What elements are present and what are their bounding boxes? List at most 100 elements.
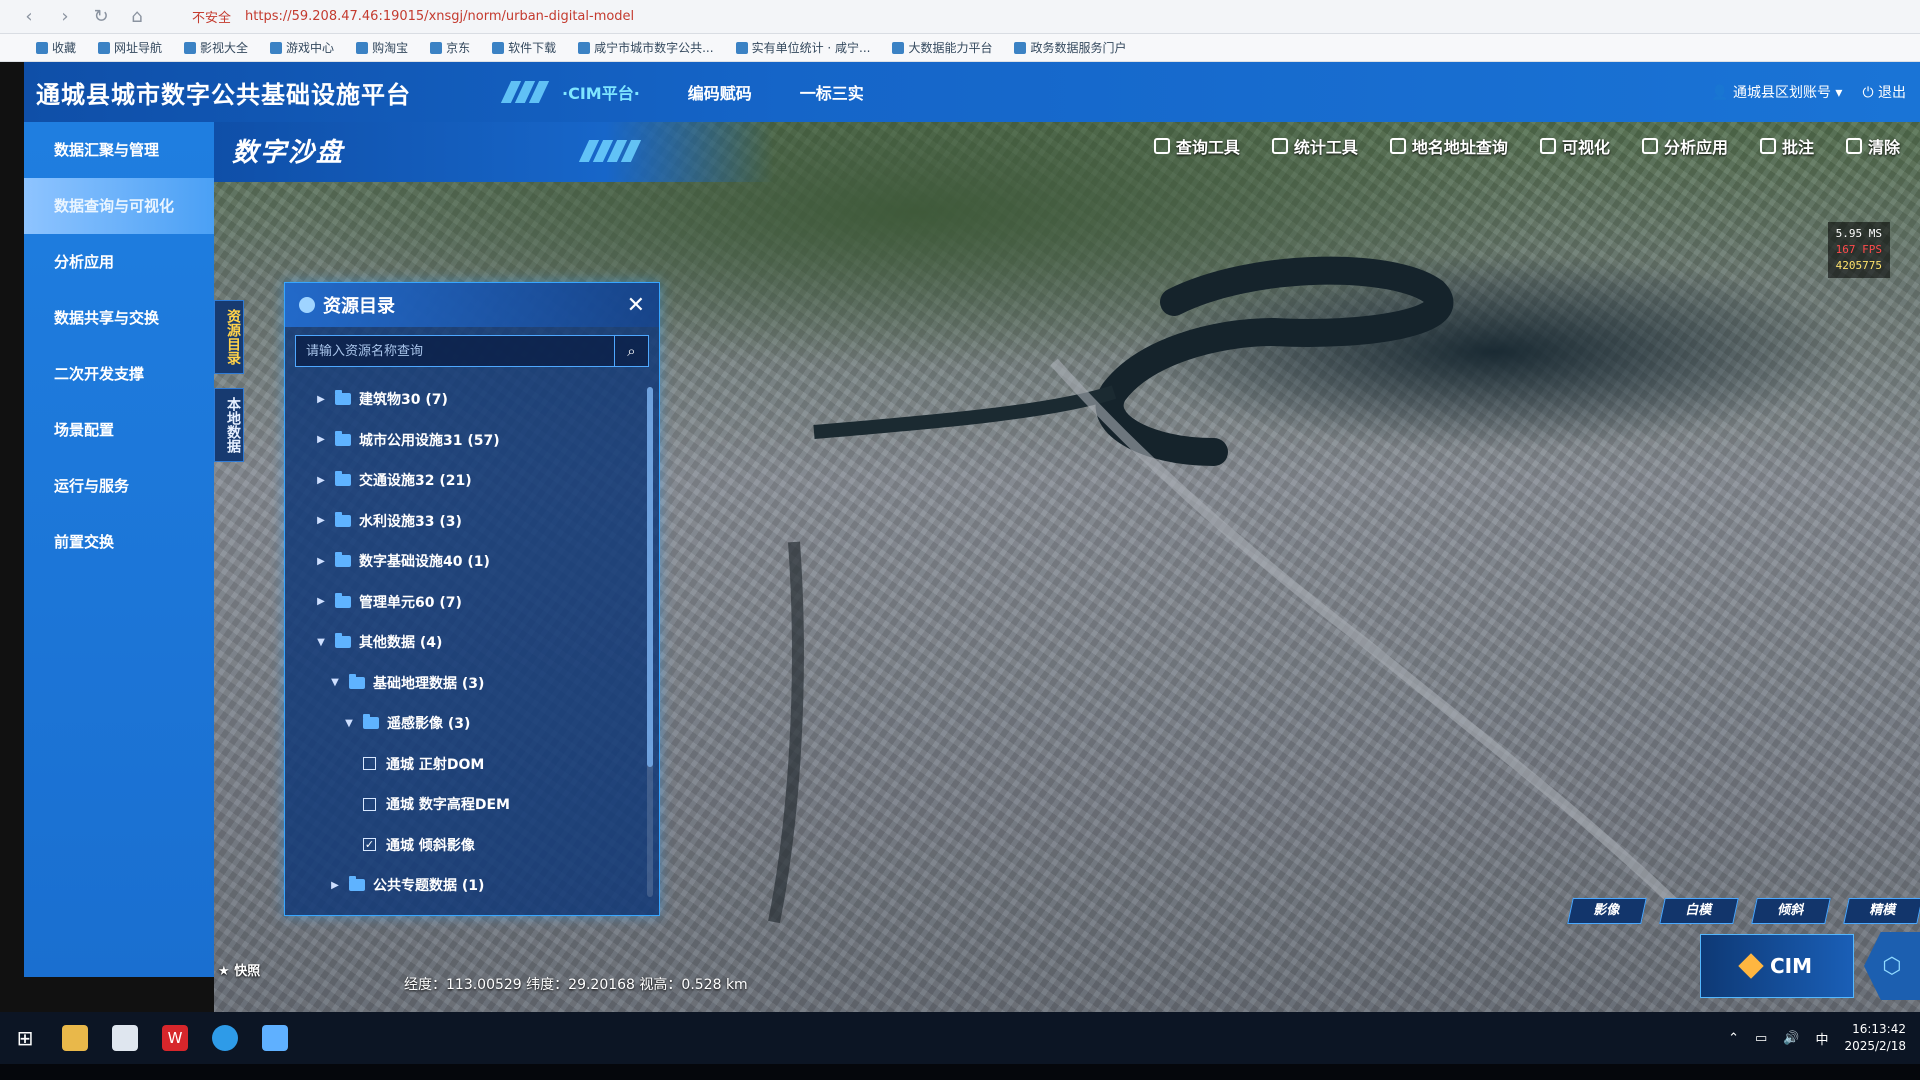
bookmark-item[interactable]: 咸宁市城市数字公共... (578, 39, 714, 56)
forward-icon[interactable]: › (54, 6, 76, 28)
sidebar-item[interactable]: 二次开发支撑 (24, 346, 214, 402)
bookmark-item[interactable]: 网址导航 (98, 39, 162, 56)
bookmark-icon (430, 41, 443, 54)
url-field[interactable]: https://59.208.47.46:19015/xnsgj/norm/ur… (245, 9, 634, 24)
toolbar-trash-button[interactable]: 清除 (1845, 134, 1900, 158)
header-tab[interactable]: 编码赋码 (688, 80, 752, 104)
bookmark-item[interactable]: 大数据能力平台 (892, 39, 992, 56)
tree-scrollbar[interactable] (647, 387, 653, 897)
sidebar-item[interactable]: 场景配置 (24, 402, 214, 458)
home-icon[interactable]: ⌂ (126, 6, 148, 28)
volume-icon[interactable]: 🔊 (1783, 1031, 1799, 1046)
bookmark-item[interactable]: 实有单位统计 · 咸宁... (735, 39, 870, 56)
caret-down-icon[interactable]: ▼ (329, 677, 341, 688)
tree-folder[interactable]: ▶ 交通设施32 (21) (285, 460, 645, 501)
tree-folder[interactable]: ▶ 数字基础设施40 (1) (285, 541, 645, 582)
bookmark-icon (270, 41, 283, 54)
sidebar-item[interactable]: 运行与服务 (24, 458, 214, 514)
user-account-menu[interactable]: 👤 通城县区划账号 ▾ (1711, 82, 1842, 102)
logout-button[interactable]: ⏻ 退出 (1862, 82, 1906, 102)
stack-icon (1271, 138, 1288, 154)
bookmark-item[interactable]: 软件下载 (492, 39, 556, 56)
resource-search-input[interactable] (296, 343, 614, 359)
sidebar-item[interactable]: 分析应用 (24, 234, 214, 290)
caret-right-icon[interactable]: ▶ (329, 880, 341, 891)
tree-folder[interactable]: ▶ 管理单元60 (7) (285, 582, 645, 623)
caret-right-icon[interactable]: ▶ (315, 394, 327, 405)
wps-icon[interactable]: W (162, 1025, 188, 1051)
bookmark-item[interactable]: 政务数据服务门户 (1014, 39, 1126, 56)
tree-folder[interactable]: ▶ 水利设施33 (3) (285, 501, 645, 542)
tree-layer-item[interactable]: 通城 数字高程DEM (285, 784, 645, 825)
compass-icon (1641, 138, 1658, 154)
layer-checkbox[interactable]: ✓ (363, 838, 376, 852)
caret-right-icon[interactable]: ▶ (315, 596, 327, 607)
layer-button[interactable]: 倾斜 (1751, 898, 1831, 924)
panel-header: 资源目录 ✕ (285, 283, 659, 327)
caret-right-icon[interactable]: ▶ (315, 475, 327, 486)
caret-right-icon[interactable]: ▶ (315, 556, 327, 567)
close-icon[interactable]: ✕ (627, 293, 645, 318)
toolbar-briefcase-button[interactable]: 可视化 (1539, 134, 1610, 158)
app-icon[interactable] (262, 1025, 288, 1051)
cim-button[interactable]: CIM (1700, 934, 1854, 998)
windows-start-icon[interactable]: ⊞ (12, 1025, 38, 1051)
bookmark-label: 政务数据服务门户 (1030, 41, 1127, 55)
layer-checkbox[interactable] (363, 797, 376, 811)
folder-icon (335, 430, 351, 446)
toolbar-stack-button[interactable]: 统计工具 (1271, 134, 1358, 158)
header-tab[interactable]: 一标三实 (800, 80, 864, 104)
layer-button[interactable]: 影像 (1567, 898, 1647, 924)
tree-label: 遥感影像 (3) (387, 716, 471, 733)
tree-label: 交通设施32 (21) (359, 473, 472, 490)
sidebar-item[interactable]: 数据汇聚与管理 (24, 122, 214, 178)
search-icon[interactable]: ⌕ (614, 336, 648, 366)
header-tab[interactable]: ·CIM平台· (562, 80, 640, 104)
toolbar-flag-button[interactable]: 批注 (1759, 134, 1814, 158)
side-tab[interactable]: 本地数据 (214, 388, 244, 462)
caret-down-icon[interactable]: ▼ (343, 718, 355, 729)
tree-folder[interactable]: ▼ 基础地理数据 (3) (285, 663, 645, 704)
tree-folder[interactable]: ▶ 公共专题数据 (1) (285, 865, 645, 906)
tree-folder[interactable]: ▼ 其他数据 (4) (285, 622, 645, 663)
layer-button[interactable]: 白模 (1659, 898, 1739, 924)
store-icon[interactable] (112, 1025, 138, 1051)
toolbar-database-button[interactable]: 查询工具 (1153, 134, 1240, 158)
bookmark-label: 大数据能力平台 (908, 41, 993, 55)
bookmark-item[interactable]: 收藏 (36, 39, 76, 56)
browser-icon[interactable] (212, 1025, 238, 1051)
briefcase-icon (1539, 138, 1556, 154)
sidebar-item[interactable]: 数据查询与可视化 (24, 178, 214, 234)
tree-folder[interactable]: ▶ 城市公用设施31 (57) (285, 420, 645, 461)
toolbar-compass-button[interactable]: 分析应用 (1641, 134, 1728, 158)
layer-checkbox[interactable] (363, 757, 376, 771)
caret-right-icon[interactable]: ▶ (315, 515, 327, 526)
bookmark-item[interactable]: 游戏中心 (270, 39, 334, 56)
toolbar-label: 清除 (1867, 138, 1900, 157)
sidebar-item[interactable]: 前置交换 (24, 514, 214, 570)
ime-indicator[interactable]: 中 (1815, 1029, 1828, 1048)
sidebar-item[interactable]: 数据共享与交换 (24, 290, 214, 346)
clock[interactable]: 16:13:42 2025/2/18 (1844, 1021, 1906, 1055)
refresh-icon[interactable]: ↻ (90, 6, 112, 28)
toolbar-search-button[interactable]: 地名地址查询 (1389, 134, 1508, 158)
back-icon[interactable]: ‹ (18, 6, 40, 28)
caret-down-icon[interactable]: ▼ (315, 637, 327, 648)
bookmark-item[interactable]: 影视大全 (184, 39, 248, 56)
chevron-up-icon[interactable]: ⌃ (1728, 1031, 1739, 1046)
map-toolbar: 查询工具 统计工具 地名地址查询 可视化 分析应用 批注 清除 (1153, 134, 1900, 158)
caret-right-icon[interactable]: ▶ (315, 434, 327, 445)
side-tab[interactable]: 资源目录 (214, 300, 244, 374)
tree-layer-item[interactable]: ✓ 通城 倾斜影像 (285, 825, 645, 866)
tree-label: 水利设施33 (3) (359, 513, 462, 530)
tree-folder[interactable]: ▶ 建筑物30 (7) (285, 379, 645, 420)
network-icon[interactable]: ▭ (1755, 1031, 1767, 1046)
bookmark-item[interactable]: 京东 (430, 39, 470, 56)
snapshot-button[interactable]: ★ 快照 (218, 960, 260, 979)
layer-button[interactable]: 精模 (1843, 898, 1920, 924)
toolbar-label: 可视化 (1561, 138, 1610, 157)
tree-layer-item[interactable]: 通城 正射DOM (285, 744, 645, 785)
tree-folder[interactable]: ▼ 遥感影像 (3) (285, 703, 645, 744)
file-explorer-icon[interactable] (62, 1025, 88, 1051)
bookmark-item[interactable]: 购淘宝 (356, 39, 408, 56)
